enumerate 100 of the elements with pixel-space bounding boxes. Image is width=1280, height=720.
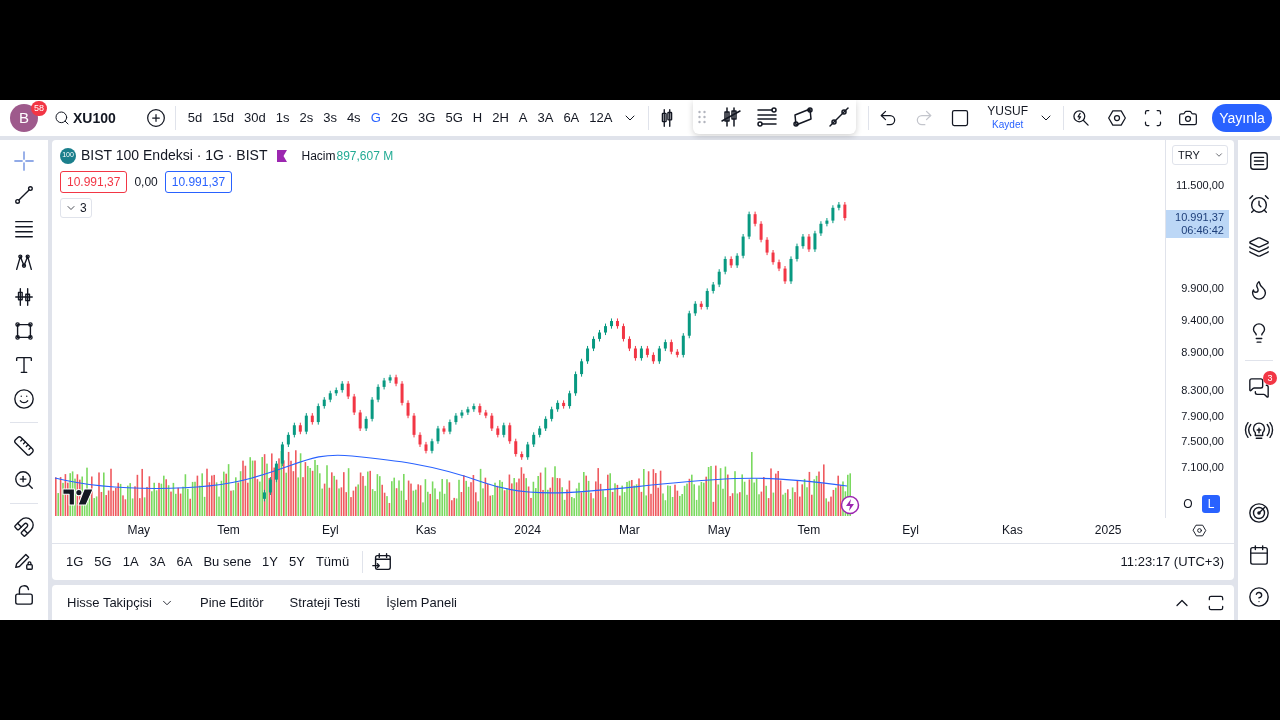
candle xyxy=(400,380,404,406)
range-option[interactable]: 5G xyxy=(89,548,117,575)
interval-option[interactable]: H xyxy=(467,104,488,132)
interval-option[interactable]: 12A xyxy=(584,104,618,132)
candle xyxy=(801,233,805,250)
publish-button[interactable]: Yayınla xyxy=(1212,104,1272,132)
candle xyxy=(424,441,428,454)
candle xyxy=(627,335,631,352)
interval-option[interactable]: 5d xyxy=(182,104,208,132)
interval-option[interactable]: 1s xyxy=(270,104,295,132)
alert-search-icon[interactable] xyxy=(1071,108,1091,128)
candle xyxy=(568,390,572,410)
horizontal-lines-icon[interactable] xyxy=(13,218,35,240)
candle xyxy=(472,403,476,413)
candle xyxy=(514,438,518,458)
unlocked-padlock-icon[interactable] xyxy=(13,584,35,606)
camera-icon[interactable] xyxy=(1178,108,1198,128)
candle xyxy=(352,393,356,416)
interval-option[interactable]: 2G xyxy=(385,104,414,132)
time-axis-label: Tem xyxy=(797,523,821,537)
panel-tab[interactable]: Hisse Takipçisi xyxy=(62,588,179,617)
range-option[interactable]: 6A xyxy=(171,548,198,575)
candle xyxy=(448,419,452,435)
calendar-icon[interactable] xyxy=(1248,544,1270,566)
range-option[interactable]: Bu sene xyxy=(198,548,257,575)
candle xyxy=(442,425,446,435)
bulb-waves-icon[interactable] xyxy=(1244,419,1274,441)
price-axis-label: 8.300,00 xyxy=(1181,383,1224,398)
interval-option[interactable]: 3A xyxy=(532,104,559,132)
settings-icon[interactable] xyxy=(1107,108,1127,128)
candle xyxy=(825,217,829,227)
panel-tab[interactable]: İşlem Paneli xyxy=(381,588,462,617)
target-icon[interactable] xyxy=(1248,502,1270,524)
interval-option[interactable]: 2H xyxy=(487,104,514,132)
flag-icon[interactable] xyxy=(276,148,289,163)
candle xyxy=(747,211,751,240)
candle xyxy=(837,201,841,211)
interval-option[interactable]: 3G xyxy=(413,104,441,132)
trend-nodes-icon[interactable] xyxy=(827,105,852,129)
sell-price[interactable]: 10.991,37 xyxy=(60,171,128,193)
ruler-icon[interactable] xyxy=(13,435,35,457)
scale-mode-toggle[interactable]: L xyxy=(1202,495,1220,513)
lines-nodes-icon[interactable] xyxy=(755,105,780,129)
spread-value: 0,00 xyxy=(133,174,159,191)
indicators-toggle[interactable]: 3 xyxy=(60,198,92,218)
magnet-icon[interactable] xyxy=(13,516,35,538)
add-icon[interactable] xyxy=(145,108,166,128)
candles-crossed-icon[interactable] xyxy=(13,286,35,308)
interval-option[interactable]: G xyxy=(365,104,386,132)
interval-option[interactable]: 30d xyxy=(239,104,271,132)
panel-tab[interactable]: Pine Editör xyxy=(195,588,269,617)
candle xyxy=(280,441,284,467)
settings-icon[interactable] xyxy=(1192,523,1207,538)
trend-line-icon[interactable] xyxy=(13,184,35,206)
interval-option[interactable]: 5G xyxy=(440,104,468,132)
fullscreen-icon[interactable] xyxy=(1143,108,1163,128)
interval-option[interactable]: A xyxy=(513,104,533,132)
parallel-channel-icon[interactable] xyxy=(791,105,816,129)
layout-name[interactable]: YUSUF xyxy=(987,105,1028,118)
save-status-label[interactable]: Kaydet xyxy=(992,118,1024,131)
chat-icon[interactable] xyxy=(1248,377,1270,399)
rectangle-nodes-icon[interactable] xyxy=(13,320,35,342)
interval-option[interactable]: 15d xyxy=(207,104,239,132)
alarm-clock-icon[interactable] xyxy=(1248,193,1270,215)
legend-title[interactable]: BIST 100 Endeksi · 1G · BIST xyxy=(81,145,268,166)
range-option[interactable]: 5Y xyxy=(284,548,310,575)
buy-price[interactable]: 10.991,37 xyxy=(164,171,233,193)
drag-handle-icon[interactable] xyxy=(697,108,708,126)
currency-dropdown[interactable]: TRY xyxy=(1172,145,1228,165)
interval-option[interactable]: 2s xyxy=(294,104,319,132)
logo-icon[interactable] xyxy=(62,486,94,508)
countdown-timer: 06:46:42 xyxy=(1181,224,1224,237)
range-option[interactable]: Tümü xyxy=(310,548,355,575)
candle xyxy=(807,233,811,253)
range-option[interactable]: 3A xyxy=(144,548,171,575)
range-option[interactable]: 1A xyxy=(117,548,144,575)
interval-option[interactable]: 6A xyxy=(558,104,585,132)
volume-value: 897,607 M xyxy=(336,147,394,165)
volume-label[interactable]: Hacim xyxy=(301,146,336,165)
calendar-arrow-icon[interactable] xyxy=(371,550,394,573)
candle xyxy=(322,396,326,410)
candles-line-icon[interactable] xyxy=(719,105,744,129)
layout-icon[interactable] xyxy=(950,108,971,128)
price-axis-label: 7.900,00 xyxy=(1181,408,1224,423)
candle xyxy=(735,252,739,269)
range-option[interactable]: 1Y xyxy=(257,548,283,575)
help-icon[interactable] xyxy=(1248,586,1270,608)
range-option[interactable]: 1G xyxy=(61,548,89,575)
interval-option[interactable]: 4s xyxy=(341,104,366,132)
symbol-search-button[interactable]: XU100 xyxy=(52,104,118,132)
candle xyxy=(394,374,398,387)
text-icon[interactable] xyxy=(13,354,35,376)
layers-icon[interactable] xyxy=(1248,236,1270,258)
clock-label[interactable]: 11:23:17 (UTC+3) xyxy=(1120,551,1224,572)
interval-option[interactable]: 3s xyxy=(318,104,342,132)
price-axis-label: 11.500,00 xyxy=(1175,178,1224,193)
zoom-in-icon[interactable] xyxy=(13,469,35,491)
panel-tab[interactable]: Strateji Testi xyxy=(284,588,366,617)
list-icon[interactable] xyxy=(1248,150,1270,172)
smiley-icon[interactable] xyxy=(13,388,35,410)
